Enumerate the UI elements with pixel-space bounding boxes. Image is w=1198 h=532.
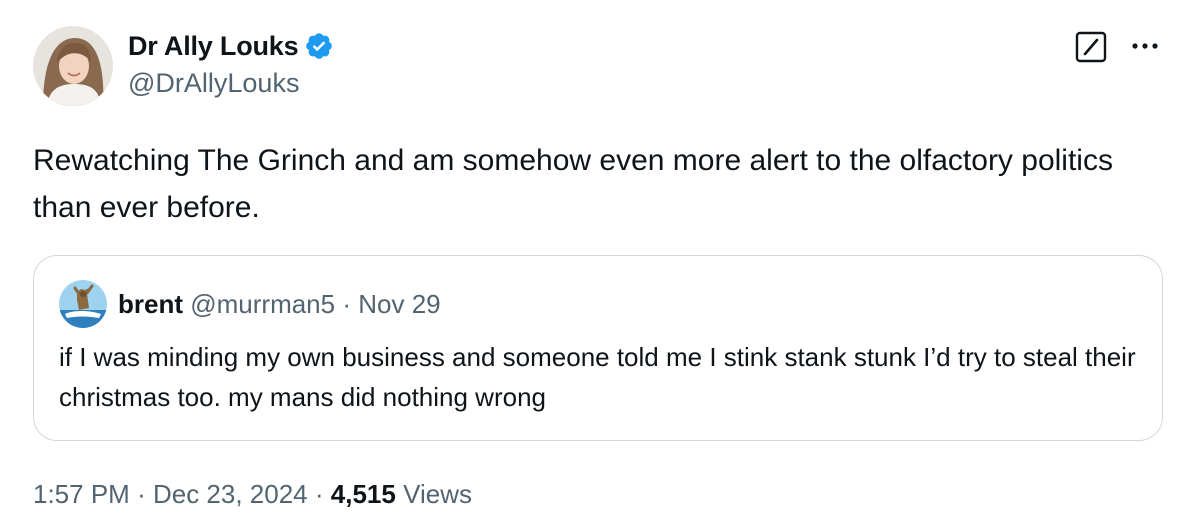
footer-separator-1: · <box>137 479 146 509</box>
tweet-date[interactable]: Dec 23, 2024 <box>153 479 308 509</box>
quoted-tweet-date[interactable]: Nov 29 <box>358 289 440 319</box>
views-count[interactable]: 4,515 <box>331 479 396 509</box>
author-handle[interactable]: @DrAllyLouks <box>128 68 299 99</box>
tweet-text: Rewatching The Grinch and am somehow eve… <box>33 144 1113 224</box>
grok-icon[interactable] <box>1073 29 1109 65</box>
author-name-row: Dr Ally Louks <box>128 28 334 64</box>
author-avatar[interactable] <box>33 26 113 106</box>
more-options-icon[interactable] <box>1125 30 1165 62</box>
tweet-footer: 1:57 PM · Dec 23, 2024 · 4,515 Views <box>33 476 472 512</box>
quoted-author-handle[interactable]: @murrman5 <box>190 289 335 319</box>
quoted-author-avatar-image <box>59 280 107 328</box>
quoted-meta-separator: · <box>342 289 352 319</box>
quoted-tweet-header: brent @murrman5 · Nov 29 <box>118 286 441 322</box>
views-label[interactable]: Views <box>403 479 472 509</box>
verified-badge-icon[interactable] <box>304 31 334 61</box>
quoted-author-avatar[interactable] <box>59 280 107 328</box>
author-display-name[interactable]: Dr Ally Louks <box>128 31 299 62</box>
quoted-author-name[interactable]: brent <box>118 289 183 319</box>
tweet-time[interactable]: 1:57 PM <box>33 479 130 509</box>
author-avatar-image <box>33 26 113 106</box>
footer-separator-2: · <box>314 479 324 509</box>
quoted-tweet-card[interactable]: brent @murrman5 · Nov 29 if I was mindin… <box>33 255 1163 441</box>
quoted-tweet-text: if I was minding my own business and som… <box>59 342 1136 412</box>
